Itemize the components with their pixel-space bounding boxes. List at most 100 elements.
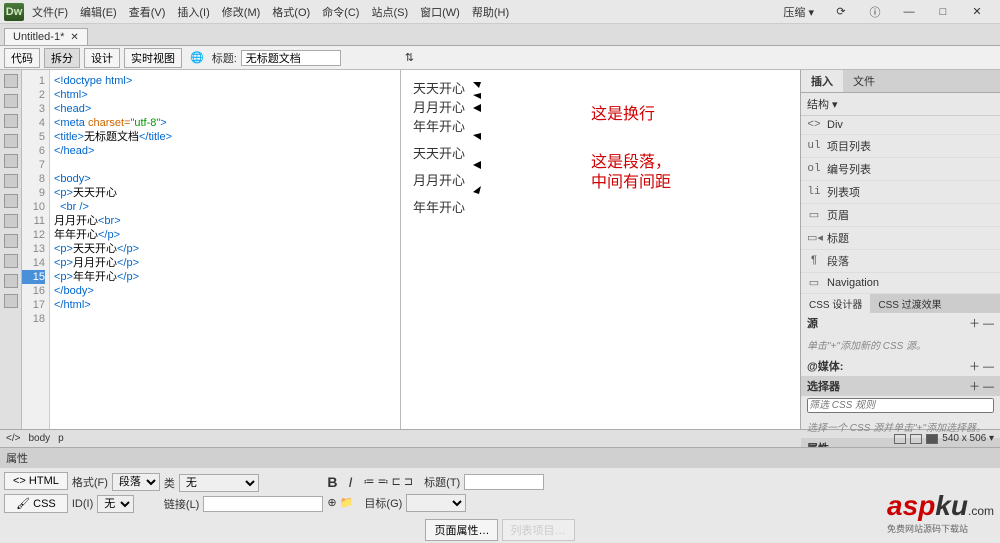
title-input[interactable] [241, 50, 341, 66]
view-split-button[interactable]: 拆分 [44, 48, 80, 68]
tab-css-designer[interactable]: CSS 设计器 [801, 294, 870, 313]
class-label: 类 [164, 475, 175, 491]
props-html-mode[interactable]: <> HTML [4, 472, 68, 490]
css-sources-label: 源 [807, 315, 818, 331]
insert-item-label: Div [827, 119, 843, 131]
menu-modify[interactable]: 修改(M) [222, 4, 261, 20]
tab-css-transition[interactable]: CSS 过渡效果 [870, 294, 949, 313]
props-css-mode[interactable]: 🖌 CSS [4, 494, 68, 513]
sync-icon[interactable]: ⟳ [834, 5, 848, 19]
menu-file[interactable]: 文件(F) [32, 4, 68, 20]
css-filter-input[interactable] [807, 398, 994, 413]
insert-item-label: 项目列表 [827, 138, 871, 154]
device-phone-icon[interactable] [894, 434, 906, 444]
menu-command[interactable]: 命令(C) [322, 4, 359, 20]
rail-tool-10[interactable] [4, 254, 18, 268]
device-tablet-icon[interactable] [910, 434, 922, 444]
properties-panel: 属性 <> HTML 🖌 CSS 格式(F)段落 ID(I)无 类无 链接(L)… [0, 447, 1000, 539]
tag-selector-html[interactable]: </> [6, 433, 20, 444]
link-browse-icon[interactable]: ⊕ 📁 [327, 496, 353, 509]
code-editor[interactable]: 123456789101112131415161718 <!doctype ht… [22, 70, 400, 429]
annotation-arrows [401, 70, 801, 270]
insert-item[interactable]: <> Div [801, 116, 1000, 135]
view-design-button[interactable]: 设计 [84, 48, 120, 68]
tag-selector-p[interactable]: p [58, 433, 64, 444]
main-area: 123456789101112131415161718 <!doctype ht… [0, 70, 1000, 429]
css-selectors-label: 选择器 [807, 378, 840, 394]
rail-tool-11[interactable] [4, 274, 18, 288]
insert-category[interactable]: 结构 ▾ [801, 93, 1000, 116]
insert-item[interactable]: ▭◂标题 [801, 227, 1000, 250]
css-media-add[interactable]: ＋ — [969, 358, 994, 374]
code-tool-rail [0, 70, 22, 429]
globe-icon[interactable]: 🌐 [190, 51, 204, 64]
title-label: 标题: [212, 50, 237, 66]
document-tab[interactable]: Untitled-1* ✕ [4, 28, 88, 45]
insert-item-icon: ¶ [807, 255, 821, 267]
menu-window[interactable]: 窗口(W) [420, 4, 460, 20]
insert-item[interactable]: ¶段落 [801, 250, 1000, 273]
tag-selector-body[interactable]: body [28, 433, 50, 444]
insert-item[interactable]: ▭页眉 [801, 204, 1000, 227]
app-logo: Dw [4, 3, 24, 21]
rail-tool-7[interactable] [4, 194, 18, 208]
target-label: 目标(G) [364, 495, 402, 511]
rail-tool-3[interactable] [4, 114, 18, 128]
menu-format[interactable]: 格式(O) [272, 4, 310, 20]
list-buttons[interactable]: ≔ ≕ ⊏ ⊐ [364, 475, 414, 488]
rail-tool-8[interactable] [4, 214, 18, 228]
view-live-button[interactable]: 实时视图 [124, 48, 182, 68]
document-tabbar: Untitled-1* ✕ [0, 24, 1000, 46]
view-code-button[interactable]: 代码 [4, 48, 40, 68]
rail-tool-2[interactable] [4, 94, 18, 108]
device-desktop-icon[interactable] [926, 434, 938, 444]
close-tab-icon[interactable]: ✕ [70, 32, 78, 43]
rail-tool-12[interactable] [4, 294, 18, 308]
watermark: aspku.com 免费网站源码下载站 [887, 490, 994, 535]
bold-button[interactable]: B [327, 474, 337, 490]
css-sources-add[interactable]: ＋ — [969, 315, 994, 331]
insert-list: <> Div ul项目列表ol编号列表li列表项▭页眉▭◂标题¶段落▭Navigat… [801, 116, 1000, 294]
workspace-switcher[interactable]: 压缩 ▾ [783, 4, 814, 20]
menu-site[interactable]: 站点(S) [371, 4, 408, 20]
page-properties-button[interactable]: 页面属性… [425, 519, 498, 541]
preview-pane[interactable]: 天天开心月月开心年年开心 天天开心 月月开心 年年开心 这是换行 这是段落， 中… [400, 70, 800, 429]
insert-item-icon: <> [807, 119, 821, 131]
menu-insert[interactable]: 插入(I) [177, 4, 209, 20]
rail-tool-1[interactable] [4, 74, 18, 88]
rail-tool-6[interactable] [4, 174, 18, 188]
sort-icon[interactable]: ⇅ [405, 51, 414, 64]
format-label: 格式(F) [72, 474, 108, 490]
css-selectors-add[interactable]: ＋ — [969, 378, 994, 394]
window-size-label[interactable]: 540 x 506 ▾ [942, 433, 994, 444]
insert-item[interactable]: ul项目列表 [801, 135, 1000, 158]
line-gutter: 123456789101112131415161718 [22, 70, 50, 429]
tab-files[interactable]: 文件 [843, 70, 885, 92]
menu-help[interactable]: 帮助(H) [472, 4, 509, 20]
minimize-button[interactable]: — [902, 5, 916, 19]
css-media-label: @媒体: [807, 358, 843, 374]
maximize-button[interactable]: □ [936, 5, 950, 19]
insert-item[interactable]: ▭Navigation [801, 273, 1000, 294]
target-select[interactable] [406, 494, 466, 512]
help-icon[interactable]: ⓘ [868, 5, 882, 19]
tab-insert[interactable]: 插入 [801, 70, 843, 92]
close-button[interactable]: ✕ [970, 5, 984, 19]
insert-item-icon: ▭ [807, 208, 821, 222]
menu-edit[interactable]: 编辑(E) [80, 4, 117, 20]
rail-tool-9[interactable] [4, 234, 18, 248]
rail-tool-4[interactable] [4, 134, 18, 148]
insert-item[interactable]: li列表项 [801, 181, 1000, 204]
link-input[interactable] [203, 496, 323, 512]
code-content[interactable]: <!doctype html><html><head><meta charset… [50, 70, 400, 429]
italic-button[interactable]: I [349, 474, 353, 490]
class-select[interactable]: 无 [179, 474, 259, 492]
menu-view[interactable]: 查看(V) [129, 4, 166, 20]
rail-tool-5[interactable] [4, 154, 18, 168]
id-select[interactable]: 无 [97, 495, 134, 513]
list-item-button[interactable]: 列表项目… [502, 519, 575, 541]
insert-item[interactable]: ol编号列表 [801, 158, 1000, 181]
document-tab-label: Untitled-1* [13, 31, 64, 43]
title-attr-input[interactable] [464, 474, 544, 490]
format-select[interactable]: 段落 [112, 473, 160, 491]
